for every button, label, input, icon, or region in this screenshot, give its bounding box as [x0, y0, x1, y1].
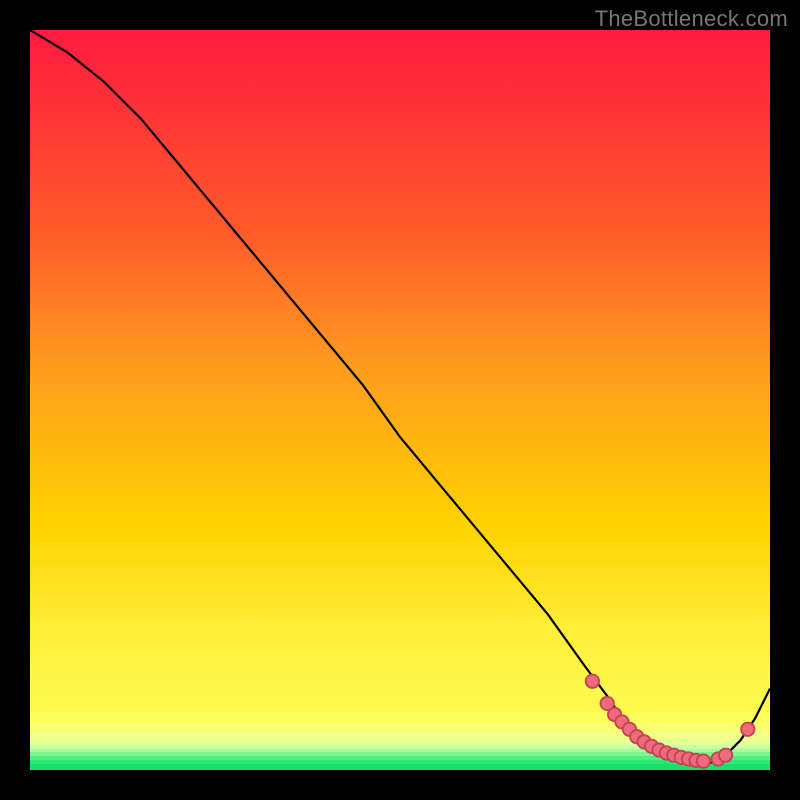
chart-frame: TheBottleneck.com [0, 0, 800, 800]
curve-marker [586, 675, 599, 688]
curve-marker [719, 749, 732, 762]
bottleneck-curve-svg [30, 30, 770, 770]
marker-group [586, 675, 755, 768]
curve-marker [697, 754, 710, 767]
bottleneck-curve-path [30, 30, 770, 763]
plot-area [30, 30, 770, 770]
attribution-label: TheBottleneck.com [595, 6, 788, 32]
curve-marker [741, 723, 754, 736]
